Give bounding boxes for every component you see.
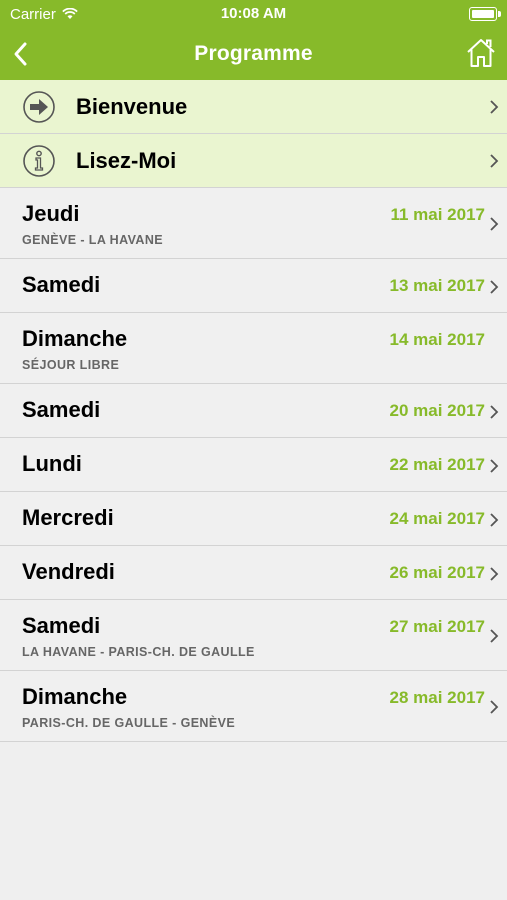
chevron-right-icon: [490, 405, 499, 419]
menu-item-label: Lisez-Moi: [76, 147, 177, 173]
chevron-right-icon: [490, 280, 499, 294]
day-date: 14 mai 2017: [389, 330, 485, 349]
page-title: Programme: [194, 42, 313, 65]
day-date: 20 mai 2017: [389, 401, 485, 420]
chevron-right-icon: [490, 513, 499, 527]
chevron-right-icon: [490, 100, 499, 114]
day-row-samedi-13[interactable]: Samedi 13 mai 2017: [0, 259, 507, 313]
day-date: 22 mai 2017: [389, 455, 485, 474]
chevron-right-icon: [490, 567, 499, 581]
back-chevron-icon[interactable]: [10, 39, 36, 69]
arrow-right-circle-icon: [23, 90, 55, 123]
day-route: LA HAVANE - PARIS-CH. DE GAULLE: [22, 645, 255, 659]
status-bar: Carrier 10:08 AM: [0, 0, 507, 28]
day-date: 28 mai 2017: [389, 688, 485, 707]
home-icon[interactable]: [465, 37, 497, 69]
day-date: 24 mai 2017: [389, 509, 485, 528]
chevron-right-icon: [490, 154, 499, 168]
chevron-right-icon: [490, 459, 499, 473]
programme-list: Bienvenue Lisez-Moi Jeudi GENÈVE - LA HA…: [0, 80, 507, 742]
day-row-lundi-22[interactable]: Lundi 22 mai 2017: [0, 438, 507, 492]
menu-item-lisez-moi[interactable]: Lisez-Moi: [0, 134, 507, 188]
day-row-dimanche-28[interactable]: Dimanche PARIS-CH. DE GAULLE - GENÈVE 28…: [0, 671, 507, 742]
day-date: 26 mai 2017: [389, 563, 485, 582]
wifi-icon: [62, 8, 78, 19]
nav-bar: Programme: [0, 28, 507, 80]
battery-icon: [469, 7, 501, 21]
chevron-right-icon: [490, 217, 499, 231]
chevron-right-icon: [490, 700, 499, 714]
day-row-samedi-20[interactable]: Samedi 20 mai 2017: [0, 384, 507, 438]
day-date: 11 mai 2017: [390, 205, 485, 224]
day-row-vendredi-26[interactable]: Vendredi 26 mai 2017: [0, 546, 507, 600]
day-route: GENÈVE - LA HAVANE: [22, 233, 164, 247]
menu-item-label: Bienvenue: [76, 93, 188, 119]
day-date: 27 mai 2017: [389, 617, 485, 636]
chevron-right-icon: [490, 629, 499, 643]
day-row-samedi-27[interactable]: Samedi LA HAVANE - PARIS-CH. DE GAULLE 2…: [0, 600, 507, 671]
info-icon: [23, 144, 55, 177]
day-route: SÉJOUR LIBRE: [22, 358, 120, 372]
carrier-info: Carrier: [10, 6, 78, 23]
carrier-label: Carrier: [10, 5, 56, 23]
day-row-jeudi-11[interactable]: Jeudi GENÈVE - LA HAVANE 11 mai 2017: [0, 188, 507, 259]
day-route: PARIS-CH. DE GAULLE - GENÈVE: [22, 716, 236, 730]
menu-item-bienvenue[interactable]: Bienvenue: [0, 80, 507, 134]
day-date: 13 mai 2017: [389, 276, 485, 295]
day-row-dimanche-14: Dimanche SÉJOUR LIBRE 14 mai 2017: [0, 313, 507, 384]
day-row-mercredi-24[interactable]: Mercredi 24 mai 2017: [0, 492, 507, 546]
